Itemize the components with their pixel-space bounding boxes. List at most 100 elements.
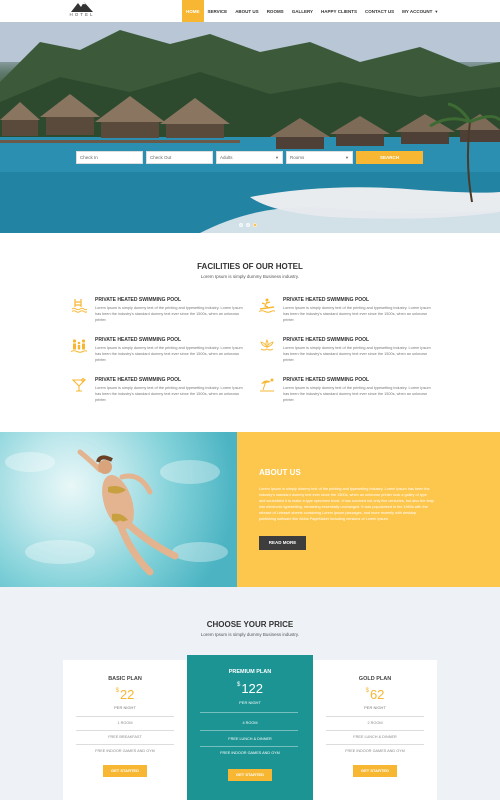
plan-currency: $	[365, 688, 369, 694]
plan-feature: FREE LUNCH & DINNER	[353, 735, 397, 739]
facilities-title: FACILITIES OF OUR HOTEL	[197, 262, 303, 271]
beach-icon	[260, 378, 274, 392]
facility-item: PRIVATE HEATED SWIMMING POOL Lorem Ipsum…	[71, 297, 246, 331]
main-nav: HOME SERVICE ABOUT US ROOMS GALLERY HAPP…	[182, 0, 442, 22]
facilities-subtitle: Lorem Ipsum is simply dummy Business ind…	[200, 274, 300, 279]
about-title: ABOUT US	[259, 468, 301, 477]
read-more-button[interactable]: READ MORE	[259, 536, 306, 550]
hero-image	[0, 22, 500, 233]
plan-feature: FREE BREAKFAST	[108, 735, 142, 739]
facility-item: PRIVATE HEATED SWIMMING POOL Lorem Ipsum…	[259, 377, 434, 411]
plan-name: GOLD PLAN	[358, 676, 392, 682]
nav-gallery[interactable]: GALLERY	[288, 0, 317, 22]
pricing-subtitle: Lorem Ipsum is simply dummy Business ind…	[200, 632, 300, 637]
plan-period: PER NIGHT	[114, 705, 136, 710]
divider	[200, 712, 298, 713]
facility-title: PRIVATE HEATED SWIMMING POOL	[95, 377, 182, 383]
mountain-logo-icon	[71, 2, 93, 12]
slider-dot-3[interactable]	[253, 223, 257, 227]
facility-title: PRIVATE HEATED SWIMMING POOL	[95, 337, 182, 343]
divider	[76, 730, 174, 731]
plan-feature: FREE INDOOR GAMES AND GYM	[345, 749, 405, 753]
plan-feature: FREE INDOOR GAMES AND GYM	[95, 749, 155, 753]
nav-happy-clients[interactable]: HAPPY CLIENTS	[317, 0, 361, 22]
check-out-field[interactable]: Check Out	[146, 151, 213, 164]
pricing-title: CHOOSE YOUR PRICE	[206, 620, 294, 629]
divider	[200, 730, 298, 731]
rooms-select-value: Rooms	[290, 155, 305, 160]
plan-feature: FREE LUNCH & DINNER	[228, 737, 272, 741]
surf-icon	[259, 298, 275, 313]
facility-text: Lorem Ipsum is simply dummy text of the …	[95, 386, 243, 402]
search-button[interactable]: SEARCH	[356, 151, 423, 164]
facility-item: PRIVATE HEATED SWIMMING POOL Lorem Ipsum…	[71, 337, 246, 371]
plan-price-value: 122	[241, 681, 264, 696]
chevron-down-icon: ▼	[275, 155, 279, 160]
facility-text: Lorem Ipsum is simply dummy text of the …	[95, 306, 243, 322]
facility-title: PRIVATE HEATED SWIMMING POOL	[95, 297, 182, 303]
plan-price: $22	[63, 687, 187, 702]
spa-icon	[260, 338, 274, 351]
get-started-button[interactable]: GET STARTED	[103, 765, 147, 777]
family-icon	[71, 339, 87, 353]
plan-price: $122	[187, 681, 313, 696]
plan-feature: 4 ROOM	[242, 721, 258, 725]
facility-title: PRIVATE HEATED SWIMMING POOL	[283, 377, 370, 383]
facility-text: Lorem Ipsum is simply dummy text of the …	[283, 346, 431, 362]
slider-dot-2[interactable]	[246, 223, 250, 227]
facility-text: Lorem Ipsum is simply dummy text of the …	[283, 386, 431, 402]
check-in-field[interactable]: Check In	[76, 151, 143, 164]
facility-item: PRIVATE HEATED SWIMMING POOL Lorem Ipsum…	[259, 297, 434, 331]
about-image	[0, 432, 237, 587]
divider	[326, 744, 424, 745]
divider	[76, 744, 174, 745]
nav-about-us[interactable]: ABOUT US	[231, 0, 263, 22]
nav-home[interactable]: HOME	[182, 0, 204, 22]
adults-select[interactable]: Adults ▼	[216, 151, 283, 164]
facility-item: PRIVATE HEATED SWIMMING POOL Lorem Ipsum…	[259, 337, 434, 371]
logo[interactable]: HOTEL	[64, 1, 100, 21]
plan-price-value: 62	[369, 687, 385, 702]
site-header: HOTEL HOME SERVICE ABOUT US ROOMS GALLER…	[0, 0, 500, 22]
about-text: Lorem Ipsum is simply dummy text of the …	[259, 487, 434, 521]
hero-slider: Check In Check Out Adults ▼ Rooms ▼ SEARCH	[0, 22, 500, 233]
pricing-section: CHOOSE YOUR PRICE Lorem Ipsum is simply …	[0, 587, 500, 800]
plan-feature: 1 ROOM	[117, 721, 133, 725]
booking-search-bar: Check In Check Out Adults ▼ Rooms ▼ SEARCH	[76, 151, 426, 164]
nav-my-account[interactable]: MY ACCOUNT ▼	[398, 0, 442, 22]
rooms-select[interactable]: Rooms ▼	[286, 151, 353, 164]
plan-name: BASIC PLAN	[108, 676, 142, 682]
nav-rooms[interactable]: ROOMS	[263, 0, 288, 22]
about-panel: ABOUT US Lorem Ipsum is simply dummy tex…	[237, 432, 500, 587]
pricing-card-basic: BASIC PLAN $22 PER NIGHT 1 ROOM FREE BRE…	[63, 660, 187, 800]
facility-title: PRIVATE HEATED SWIMMING POOL	[283, 297, 370, 303]
pricing-card-premium: PREMIUM PLAN $122 PER NIGHT 4 ROOM FREE …	[187, 655, 313, 800]
nav-contact-us[interactable]: CONTACT US	[361, 0, 398, 22]
get-started-button[interactable]: GET STARTED	[228, 769, 272, 781]
plan-price-value: 22	[119, 687, 135, 702]
facility-title: PRIVATE HEATED SWIMMING POOL	[283, 337, 370, 343]
adults-select-value: Adults	[220, 155, 233, 160]
plan-feature: 2 ROOM	[367, 721, 383, 725]
facility-text: Lorem Ipsum is simply dummy text of the …	[95, 346, 243, 362]
plan-period: PER NIGHT	[364, 705, 386, 710]
facility-item: PRIVATE HEATED SWIMMING POOL Lorem Ipsum…	[71, 377, 246, 411]
swimmer-image	[5, 449, 228, 576]
plan-price: $62	[313, 687, 437, 702]
divider	[76, 716, 174, 717]
plan-name: PREMIUM PLAN	[228, 669, 272, 675]
plan-period: PER NIGHT	[239, 700, 261, 705]
cocktail-icon	[71, 378, 87, 392]
nav-service[interactable]: SERVICE	[204, 0, 232, 22]
pool-icon	[71, 299, 87, 313]
chevron-down-icon: ▼	[345, 155, 349, 160]
chevron-down-icon: ▼	[434, 9, 439, 14]
plan-feature: FREE INDOOR GAMES AND GYM	[220, 751, 280, 755]
get-started-button[interactable]: GET STARTED	[353, 765, 397, 777]
facility-text: Lorem Ipsum is simply dummy text of the …	[283, 306, 431, 322]
slider-dot-1[interactable]	[239, 223, 243, 227]
divider	[200, 746, 298, 747]
slider-dots	[239, 223, 257, 227]
pricing-card-gold: GOLD PLAN $62 PER NIGHT 2 ROOM FREE LUNC…	[313, 660, 437, 800]
plan-currency: $	[115, 688, 119, 694]
